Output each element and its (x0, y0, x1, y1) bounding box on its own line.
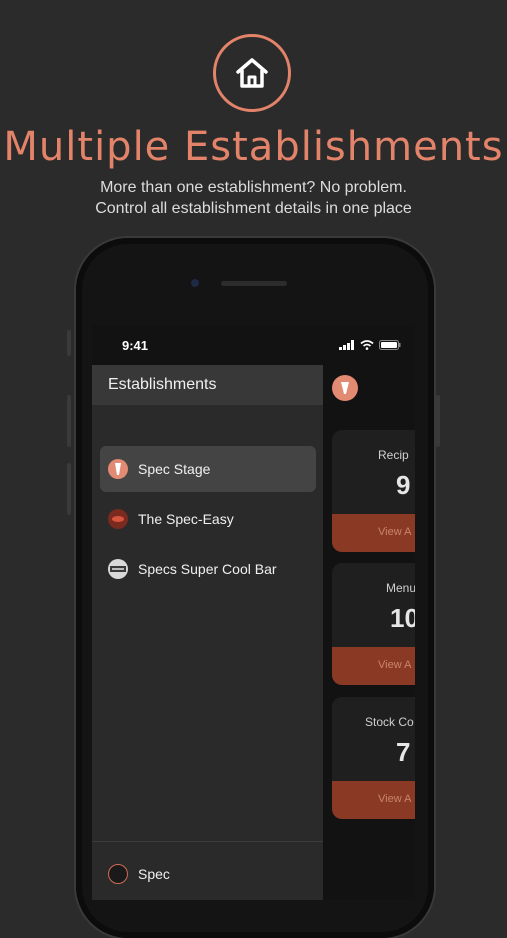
menus-card: Menu 10 View A (332, 563, 415, 685)
card-label: Recip (378, 448, 409, 462)
house-icon-badge (213, 34, 291, 112)
status-icons (339, 340, 401, 350)
drawer-item-specs-super-cool-bar[interactable]: Specs Super Cool Bar (100, 546, 316, 592)
drawer-header: Establishments (92, 365, 323, 405)
phone-mute-switch (67, 330, 71, 356)
earpiece-speaker (221, 281, 287, 286)
view-all-label: View A (378, 659, 412, 671)
hero-title: Multiple Establishments (3, 124, 504, 170)
signal-icon (339, 340, 354, 350)
view-all-label: View A (378, 526, 412, 538)
view-all-button[interactable]: View A (332, 781, 415, 819)
front-camera (191, 279, 199, 287)
hero-subtitle: More than one establishment? No problem.… (0, 177, 507, 219)
hero-subtitle-line-1: More than one establishment? No problem. (100, 179, 407, 196)
spec-footer-logo-icon (108, 864, 128, 884)
card-value: 9 (396, 470, 411, 500)
establishment-avatar[interactable] (332, 375, 358, 401)
drawer-item-the-spec-easy[interactable]: The Spec-Easy (100, 496, 316, 542)
spec-stage-logo-icon (108, 459, 128, 479)
wifi-icon (360, 340, 374, 350)
drawer-footer-label[interactable]: Spec (138, 866, 170, 882)
drawer-item-label: Spec Stage (138, 461, 211, 477)
spec-easy-logo-icon (108, 509, 128, 529)
battery-icon (379, 340, 401, 350)
drawer-item-label: Specs Super Cool Bar (138, 561, 277, 577)
drawer-divider (92, 841, 323, 842)
super-cool-bar-logo-icon (108, 559, 128, 579)
view-all-label: View A (378, 793, 412, 805)
phone-screen: 9:41 Recip 9 View A Menu 10 View A Stock… (92, 325, 415, 900)
recipes-card: Recip 9 View A (332, 430, 415, 552)
establishments-drawer: Establishments Spec Stage The Spec-Easy (92, 365, 323, 900)
drawer-title: Establishments (108, 376, 217, 393)
phone-volume-up (67, 395, 71, 447)
hero-subtitle-line-2: Control all establishment details in one… (95, 200, 412, 217)
phone-power-button (436, 395, 440, 447)
phone-volume-down (67, 463, 71, 515)
spec-logo-icon (341, 382, 349, 394)
house-icon (236, 58, 268, 88)
status-time: 9:41 (122, 338, 149, 353)
card-label: Stock Co (365, 715, 414, 729)
stock-card: Stock Co 7 View A (332, 697, 415, 819)
card-value: 10 (390, 603, 415, 633)
drawer-item-label: The Spec-Easy (138, 511, 234, 527)
view-all-button[interactable]: View A (332, 647, 415, 685)
drawer-item-spec-stage[interactable]: Spec Stage (100, 446, 316, 492)
card-value: 7 (396, 737, 411, 767)
view-all-button[interactable]: View A (332, 514, 415, 552)
card-label: Menu (386, 581, 415, 595)
